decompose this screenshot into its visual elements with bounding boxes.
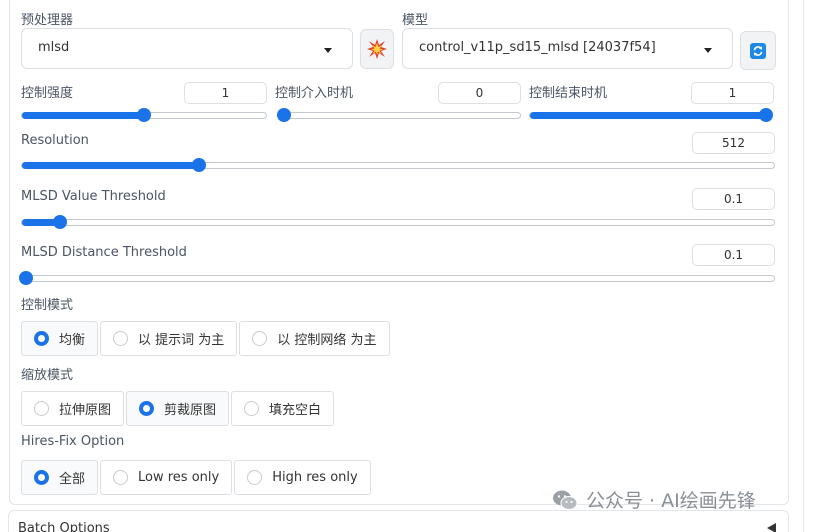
- guidance-start-slider[interactable]: [277, 108, 521, 122]
- model-select[interactable]: control_v11p_sd15_mlsd [24037f54]: [402, 28, 733, 69]
- resize-mode-radio-group: 拉伸原图 剪裁原图 填充空白: [21, 391, 336, 426]
- slider-thumb[interactable]: [18, 271, 33, 285]
- slider-fill: [22, 162, 199, 169]
- mlsd-distance-threshold-label: MLSD Distance Threshold: [21, 245, 187, 260]
- preprocessor-select[interactable]: mlsd: [21, 28, 353, 69]
- slider-thumb[interactable]: [137, 108, 151, 122]
- refresh-icon: [750, 42, 766, 59]
- slider-thumb[interactable]: [191, 158, 206, 172]
- hires-fix-option[interactable]: High res only: [234, 460, 371, 495]
- option-label: 剪裁原图: [164, 403, 217, 418]
- model-value: control_v11p_sd15_mlsd [24037f54]: [419, 40, 656, 55]
- radio-button[interactable]: [252, 331, 268, 346]
- hires-fix-option[interactable]: 全部: [21, 460, 99, 495]
- preprocessor-label: 预处理器: [21, 13, 74, 28]
- guidance-end-slider[interactable]: [529, 108, 773, 122]
- control-weight-input[interactable]: 1: [184, 82, 267, 104]
- watermark-text: 公众号 · AI绘画先锋: [586, 490, 756, 512]
- resize-mode-label: 缩放模式: [21, 368, 74, 383]
- radio-button[interactable]: [34, 401, 49, 416]
- slider-fill: [22, 112, 144, 119]
- batch-options-accordion[interactable]: Batch Options: [8, 510, 789, 532]
- slider-thumb[interactable]: [52, 215, 67, 229]
- slider-thumb[interactable]: [277, 108, 291, 122]
- hires-fix-option[interactable]: Low res only: [100, 460, 233, 495]
- guidance-start-label: 控制介入时机: [275, 86, 354, 101]
- guidance-end-input[interactable]: 1: [691, 82, 774, 104]
- option-label: 以 提示词 为主: [138, 333, 225, 348]
- watermark: 公众号 · AI绘画先锋: [552, 486, 756, 513]
- mlsd-value-threshold-input[interactable]: 0.1: [692, 188, 775, 210]
- mlsd-value-threshold-label: MLSD Value Threshold: [21, 189, 166, 204]
- radio-button[interactable]: [34, 470, 49, 485]
- resolution-input[interactable]: 512: [692, 132, 775, 154]
- resolution-slider[interactable]: [21, 158, 775, 172]
- hires-fix-label: Hires-Fix Option: [21, 434, 125, 449]
- control-mode-option[interactable]: 均衡: [21, 321, 99, 356]
- mlsd-distance-threshold-input[interactable]: 0.1: [692, 244, 775, 266]
- chevron-down-icon: [704, 48, 712, 53]
- option-label: 以 控制网络 为主: [277, 333, 377, 348]
- slider-fill: [530, 112, 766, 119]
- option-label: 填充空白: [269, 403, 322, 418]
- resolution-label: Resolution: [21, 133, 89, 148]
- control-weight-slider[interactable]: [21, 108, 267, 122]
- resize-mode-option[interactable]: 剪裁原图: [126, 391, 230, 426]
- guidance-start-input[interactable]: 0: [438, 82, 521, 104]
- collapse-arrow-icon: [767, 523, 776, 532]
- model-label: 模型: [402, 13, 429, 28]
- mlsd-value-threshold-slider[interactable]: [21, 215, 775, 229]
- radio-button[interactable]: [113, 470, 129, 485]
- control-mode-label: 控制模式: [21, 298, 74, 313]
- radio-button[interactable]: [247, 470, 263, 485]
- option-label: 拉伸原图: [59, 403, 112, 418]
- wechat-icon: [553, 490, 578, 510]
- control-mode-option[interactable]: 以 控制网络 为主: [239, 321, 390, 356]
- control-weight-label: 控制强度: [21, 86, 74, 101]
- control-mode-radio-group: 均衡 以 提示词 为主 以 控制网络 为主: [21, 321, 392, 356]
- option-label: Low res only: [138, 470, 220, 485]
- option-label: 均衡: [59, 333, 86, 348]
- option-label: High res only: [272, 470, 358, 485]
- mlsd-distance-threshold-slider[interactable]: [18, 271, 775, 285]
- chevron-down-icon: [324, 48, 332, 53]
- run-preprocessor-button[interactable]: [360, 29, 394, 69]
- slider-thumb[interactable]: [759, 108, 773, 122]
- radio-button[interactable]: [244, 401, 260, 416]
- refresh-models-button[interactable]: [740, 31, 776, 70]
- resize-mode-option[interactable]: 拉伸原图: [21, 391, 125, 426]
- hires-fix-radio-group: 全部 Low res only High res only: [21, 460, 373, 495]
- resize-mode-option[interactable]: 填充空白: [231, 391, 335, 426]
- radio-button[interactable]: [34, 331, 49, 346]
- control-mode-option[interactable]: 以 提示词 为主: [100, 321, 238, 356]
- batch-options-label: Batch Options: [18, 521, 110, 532]
- preprocessor-value: mlsd: [38, 40, 70, 55]
- guidance-end-label: 控制结束时机: [529, 86, 608, 101]
- explosion-icon: [367, 39, 387, 59]
- option-label: 全部: [59, 472, 86, 487]
- radio-button[interactable]: [139, 401, 155, 416]
- right-divider: [803, 0, 804, 532]
- radio-button[interactable]: [113, 331, 129, 346]
